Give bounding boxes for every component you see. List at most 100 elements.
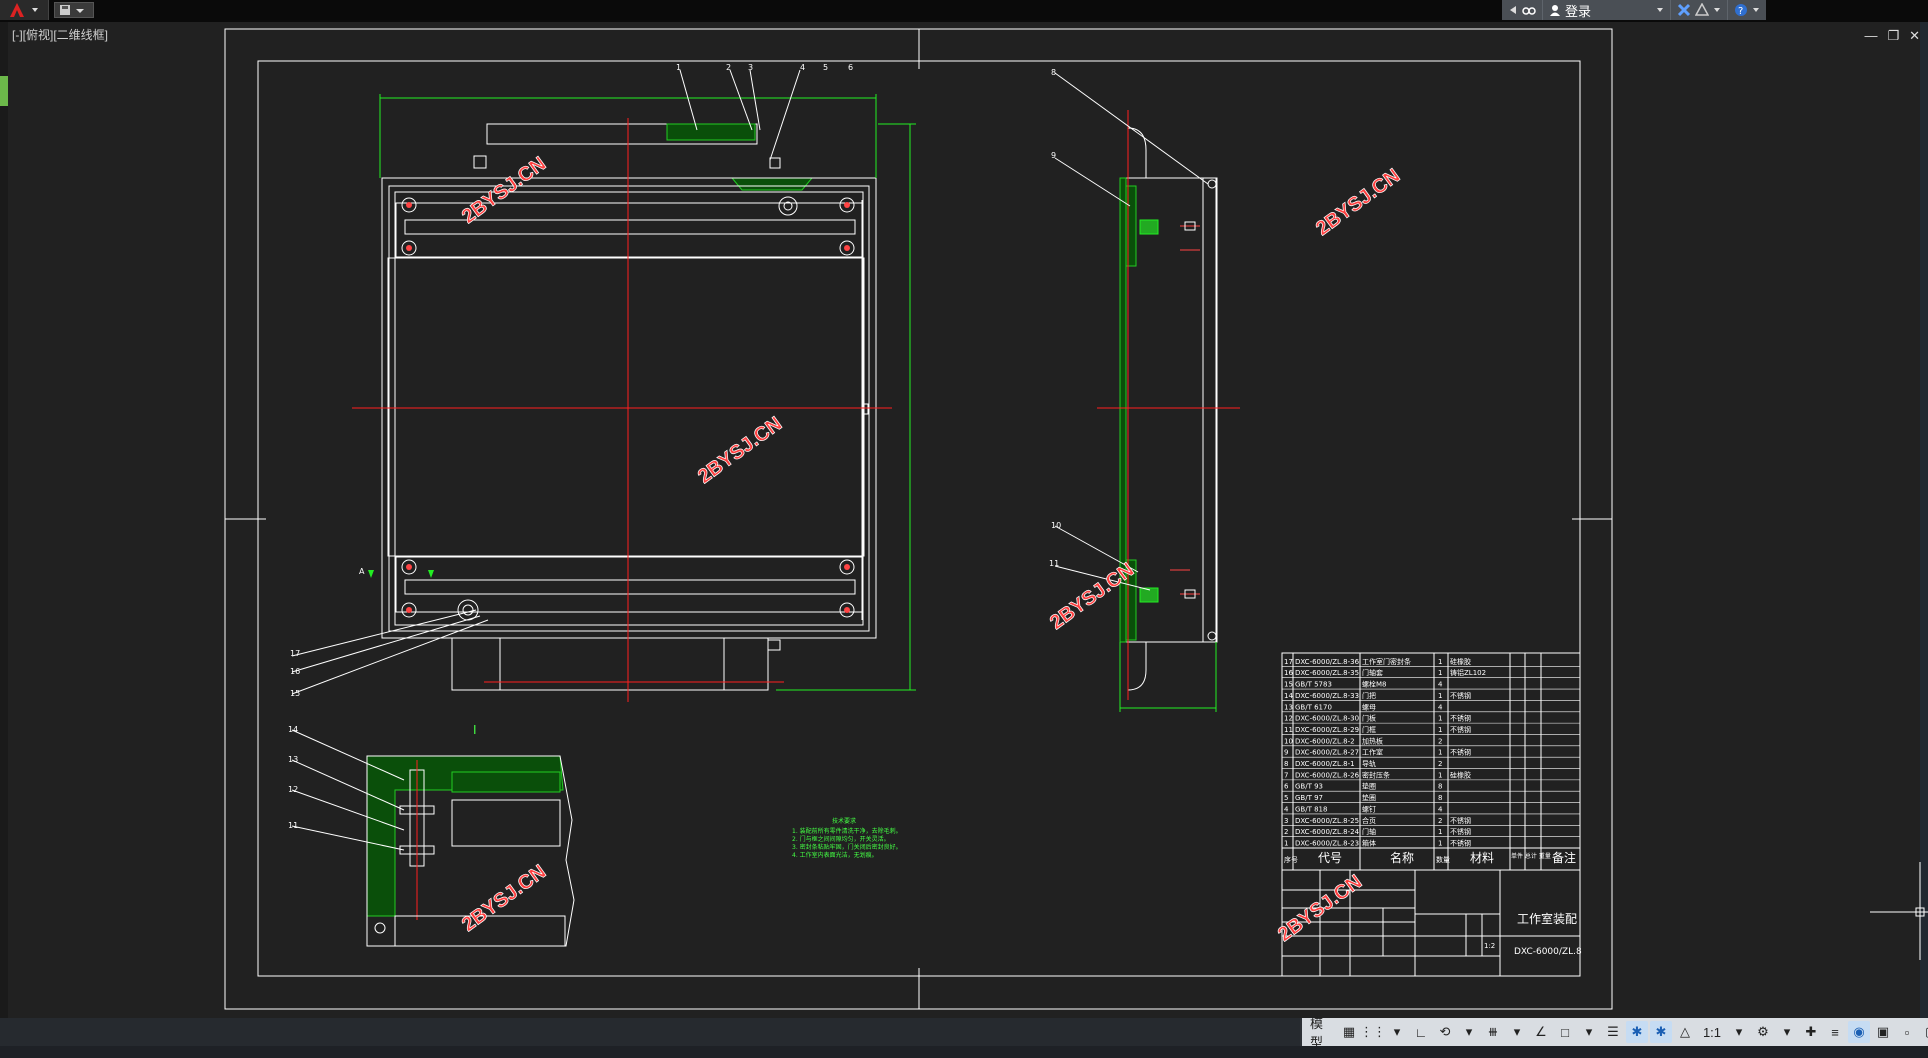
watermark-5: 2BYSJ.CN <box>458 861 550 936</box>
parts-cell-name: 加热板 <box>1362 736 1383 745</box>
isodraft-icon[interactable]: ⧻ <box>1482 1021 1504 1043</box>
parts-cell-qty: 4 <box>1438 805 1443 813</box>
isolate-objects-icon[interactable]: ◉ <box>1848 1021 1870 1043</box>
object-snap-tracking-icon[interactable]: ∠ <box>1530 1021 1552 1043</box>
plus-icon[interactable]: ✚ <box>1800 1021 1822 1043</box>
front-view <box>352 94 916 702</box>
parts-cell-qty: 1 <box>1438 692 1442 700</box>
chevron-down-icon[interactable]: ▾ <box>1386 1021 1408 1043</box>
parts-cell-code: DXC-6000/ZL.8-33 <box>1295 692 1359 700</box>
parts-cell-name: 合页 <box>1362 816 1376 825</box>
snap-icon[interactable]: ⋮⋮ <box>1360 1021 1386 1043</box>
parts-cell-qty: 2 <box>1438 817 1442 825</box>
parts-cell-qty: 4 <box>1438 681 1443 689</box>
parts-cell-code: GB/T 97 <box>1295 794 1323 802</box>
parts-cell-qty: 1 <box>1438 771 1442 779</box>
parts-cell-code: GB/T 818 <box>1295 805 1327 813</box>
balloon-1: 1 <box>676 63 681 72</box>
fullscreen-icon[interactable]: ▢ <box>1920 1021 1928 1043</box>
balloon-12: 12 <box>288 785 298 794</box>
parts-cell-name: 垫圈 <box>1362 782 1376 791</box>
header-weight: 单件 总计 重量 <box>1511 852 1551 860</box>
parts-cell-name: 工作室门密封条 <box>1362 657 1411 666</box>
grid-icon[interactable]: ▦ <box>1338 1021 1360 1043</box>
balloon-15: 15 <box>290 689 300 698</box>
parts-cell-no: 10 <box>1284 737 1293 745</box>
parts-cell-material: 不锈钢 <box>1450 714 1471 723</box>
annotation-scale-icon[interactable]: △ <box>1674 1021 1696 1043</box>
parts-cell-qty: 1 <box>1438 840 1442 848</box>
dimensions <box>379 94 916 691</box>
parts-cell-qty: 1 <box>1438 749 1442 757</box>
parts-cell-name: 工作室 <box>1362 748 1383 757</box>
auto-scale-icon[interactable]: ✱ <box>1650 1021 1672 1043</box>
parts-cell-material: 硅橡胶 <box>1450 770 1471 779</box>
balloon-16: 16 <box>290 667 300 676</box>
parts-cell-name: 螺钉 <box>1362 804 1376 813</box>
balloon-17: 17 <box>290 649 300 658</box>
parts-cell-name: 垫圈 <box>1362 793 1376 802</box>
balloon-4: 4 <box>800 63 805 72</box>
status-toolbar: 模型 ▦ ⋮⋮ ▾ ∟ ⟲ ▾ ⧻ ▾ ∠ □ ▾ ☰ ✱ ✱ △ 1:1 ▾ … <box>1302 1016 1928 1050</box>
annotation-visibility-icon[interactable]: ✱ <box>1626 1021 1648 1043</box>
parts-cell-code: DXC-6000/ZL.8-29 <box>1295 726 1359 734</box>
model-tab[interactable]: 模型 <box>1306 1016 1336 1050</box>
chevron-down-icon[interactable]: ▾ <box>1458 1021 1480 1043</box>
section-arrow-icon <box>428 570 434 578</box>
status-bar: 模型 ▦ ⋮⋮ ▾ ∟ ⟲ ▾ ⧻ ▾ ∠ □ ▾ ☰ ✱ ✱ △ 1:1 ▾ … <box>0 1016 1928 1058</box>
header-material: 材料 <box>1470 851 1494 865</box>
detail-label: I <box>473 723 477 737</box>
top-bolt <box>473 155 487 169</box>
technical-notes: 技术要求 1. 装配前所有零件清洗干净，去除毛刺。 2. 门与框之间间隙均匀，开… <box>792 817 902 859</box>
tech-note-1: 1. 装配前所有零件清洗干净，去除毛刺。 <box>792 827 902 835</box>
scale-selector[interactable]: 1:1 <box>1698 1021 1726 1043</box>
parts-cell-qty: 1 <box>1438 669 1442 677</box>
parts-cell-code: DXC-6000/ZL.8-26 <box>1295 771 1360 779</box>
lineweight-icon[interactable]: ☰ <box>1602 1021 1624 1043</box>
parts-cell-qty: 4 <box>1438 703 1443 711</box>
units-icon[interactable]: ≡ <box>1824 1021 1846 1043</box>
chevron-down-icon[interactable]: ▾ <box>1728 1021 1750 1043</box>
parts-cell-no: 17 <box>1284 658 1293 666</box>
chevron-down-icon[interactable]: ▾ <box>1506 1021 1528 1043</box>
parts-cell-code: GB/T 93 <box>1295 783 1323 791</box>
object-snap-icon[interactable]: □ <box>1554 1021 1576 1043</box>
parts-cell-name: 门轴套 <box>1362 668 1383 677</box>
parts-cell-no: 5 <box>1284 794 1288 802</box>
header-qty: 数量 <box>1436 855 1450 864</box>
hinge-hatch <box>730 177 814 191</box>
parts-cell-qty: 1 <box>1438 658 1442 666</box>
chevron-down-icon[interactable]: ▾ <box>1578 1021 1600 1043</box>
parts-cell-material: 不锈钢 <box>1450 827 1471 836</box>
parts-cell-qty: 2 <box>1438 760 1442 768</box>
centerlines <box>352 118 892 702</box>
gear-icon[interactable]: ⚙ <box>1752 1021 1774 1043</box>
balloon-6: 6 <box>848 63 853 72</box>
parts-cell-no: 1 <box>1284 840 1288 848</box>
command-area[interactable] <box>0 1018 1300 1046</box>
parts-cell-qty: 1 <box>1438 726 1442 734</box>
parts-cell-no: 2 <box>1284 828 1288 836</box>
parts-cell-material: 不锈钢 <box>1450 691 1471 700</box>
hardware-acceleration-icon[interactable]: ▣ <box>1872 1021 1894 1043</box>
parts-cell-code: DXC-6000/ZL.8-35 <box>1295 669 1359 677</box>
parts-cell-code: GB/T 6170 <box>1295 703 1332 711</box>
watermark-1: 2BYSJ.CN <box>458 153 550 228</box>
parts-cell-name: 密封压条 <box>1362 770 1390 779</box>
cad-drawing: 1 2 3 4 5 6 8 9 10 11 17 16 15 14 13 12 … <box>224 28 1928 1010</box>
header-code: 代号 <box>1318 851 1342 865</box>
ortho-icon[interactable]: ∟ <box>1410 1021 1432 1043</box>
lower-guide-frame <box>395 556 863 613</box>
header-name: 名称 <box>1390 850 1414 865</box>
drawing-scale: 1:2 <box>1484 942 1495 950</box>
header-no: 序号 <box>1284 855 1298 864</box>
top-bolt-right <box>769 157 781 169</box>
parts-cell-code: DXC-6000/ZL.8-30 <box>1295 715 1359 723</box>
section-label-a: A <box>359 567 365 576</box>
chevron-down-icon[interactable]: ▾ <box>1776 1021 1798 1043</box>
parts-cell-no: 11 <box>1284 726 1293 734</box>
watermarks: 2BYSJ.CN 2BYSJ.CN 2BYSJ.CN 2BYSJ.CN 2BYS… <box>458 152 1405 946</box>
drawing-number: DXC-6000/ZL.8 <box>1514 947 1582 957</box>
polar-icon[interactable]: ⟲ <box>1434 1021 1456 1043</box>
clean-screen-icon[interactable]: ▫ <box>1896 1021 1918 1043</box>
